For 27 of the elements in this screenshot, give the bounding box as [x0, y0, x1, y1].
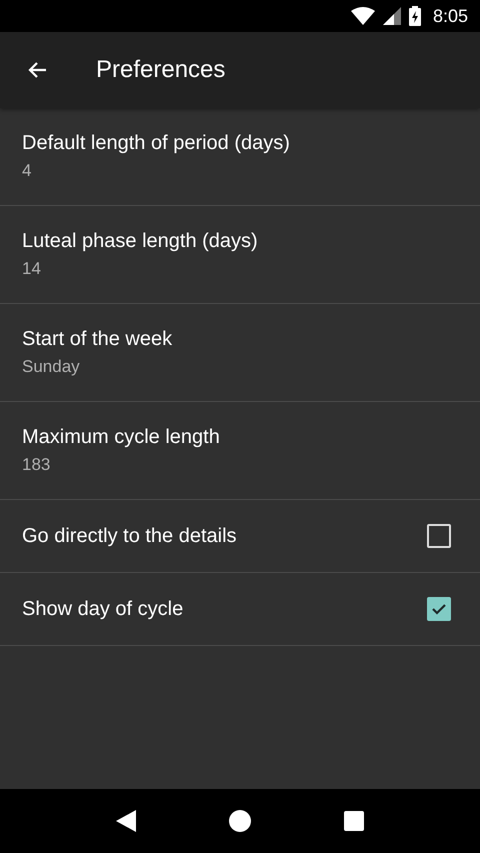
preference-value: 14: [22, 259, 42, 279]
home-icon[interactable]: [228, 810, 251, 832]
preference-value: Sunday: [22, 357, 81, 377]
status-time: 8:05: [432, 6, 468, 26]
preference-value: 183: [22, 455, 52, 475]
preference-title: Show day of cycle: [22, 598, 184, 620]
checkbox[interactable]: [427, 597, 451, 621]
preference-title: Luteal phase length (days): [22, 230, 259, 253]
screen-title: Preferences: [96, 56, 226, 84]
preference-item[interactable]: Start of the week Sunday: [0, 304, 480, 402]
preference-item[interactable]: Show day of cycle: [0, 573, 480, 646]
wifi-icon: [350, 7, 375, 25]
preference-title: Maximum cycle length: [22, 426, 221, 449]
preference-value: 4: [22, 161, 32, 181]
preference-title: Default length of period (days): [22, 132, 291, 155]
preference-title: Go directly to the details: [22, 524, 237, 548]
back-icon[interactable]: [116, 810, 136, 832]
recents-icon[interactable]: [344, 811, 364, 831]
signal-icon: [382, 7, 401, 25]
battery-icon: [408, 6, 421, 26]
preference-item[interactable]: Go directly to the details: [0, 500, 480, 573]
preference-title: Start of the week: [22, 328, 174, 351]
preference-item[interactable]: Maximum cycle length 183: [0, 402, 480, 500]
checkbox[interactable]: [427, 524, 451, 548]
checkmark-icon: [431, 601, 447, 617]
preference-item[interactable]: Luteal phase length (days) 14: [0, 206, 480, 304]
preference-item[interactable]: Default length of period (days) 4: [0, 108, 480, 206]
